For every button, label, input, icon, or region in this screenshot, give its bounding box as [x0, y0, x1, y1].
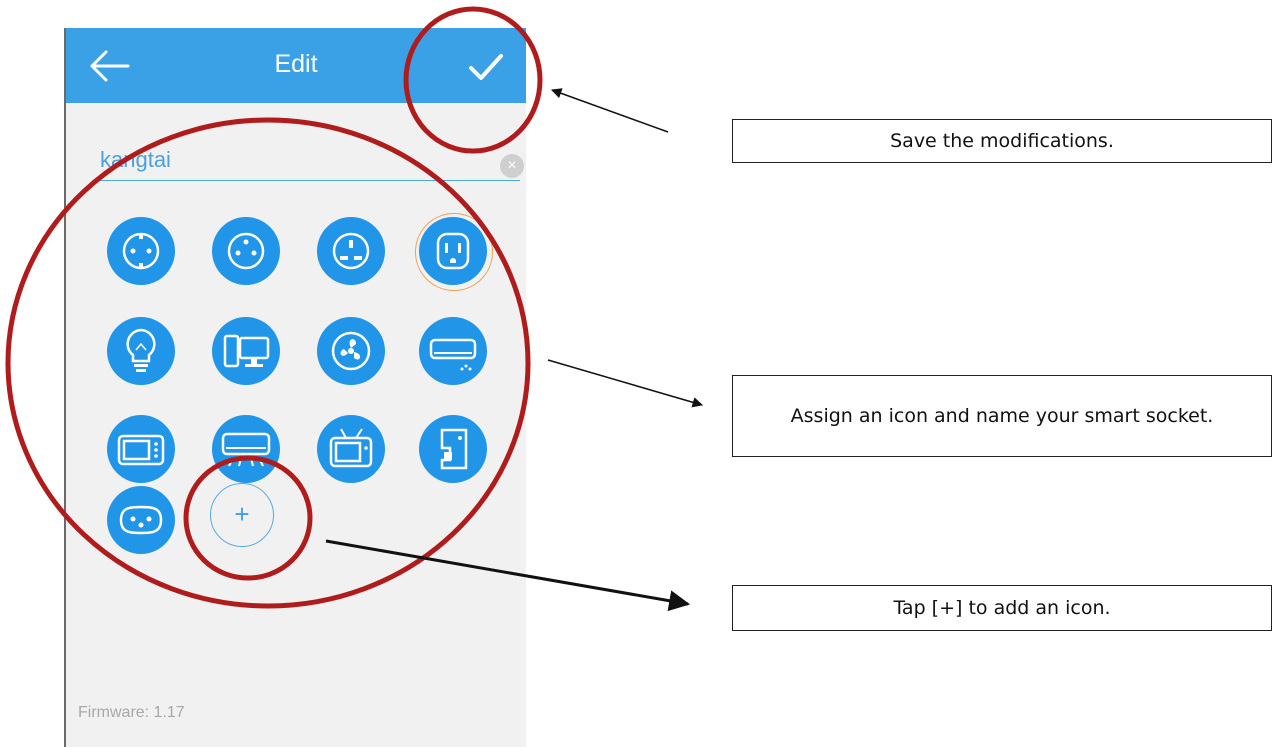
icon-option-fan[interactable]: [316, 316, 386, 386]
tv-icon: [317, 415, 385, 483]
add-icon-button[interactable]: +: [210, 483, 274, 547]
air-conditioner-icon: [419, 317, 487, 385]
phone-screen: Edit × + Firmware: 1.17: [64, 28, 526, 747]
socket-schuko-icon: [107, 217, 175, 285]
callout-save: Save the modifications.: [732, 119, 1272, 163]
save-button[interactable]: [466, 50, 506, 84]
socket-uk-icon: [317, 217, 385, 285]
icon-option-tv[interactable]: [316, 414, 386, 484]
firmware-version: Firmware: 1.17: [78, 704, 185, 721]
coffee-machine-icon: [419, 415, 487, 483]
icon-option-socket-us[interactable]: [415, 213, 493, 291]
icon-option-bulb[interactable]: [106, 316, 176, 386]
icon-option-socket-uk[interactable]: [316, 216, 386, 286]
socket-us-icon: [419, 217, 487, 285]
icon-option-computer[interactable]: [211, 316, 281, 386]
callout-assign: Assign an icon and name your smart socke…: [732, 375, 1272, 457]
clear-input-icon[interactable]: ×: [500, 154, 524, 178]
computer-icon: [212, 317, 280, 385]
icon-option-socket-type-f[interactable]: [211, 216, 281, 286]
ac-unit-icon: [212, 415, 280, 483]
name-input[interactable]: [98, 140, 520, 181]
icon-option-socket-swiss[interactable]: [106, 485, 176, 555]
icon-option-microwave[interactable]: [106, 414, 176, 484]
fan-icon: [317, 317, 385, 385]
icon-option-coffee-machine[interactable]: [418, 414, 488, 484]
icon-option-ac-unit[interactable]: [211, 414, 281, 484]
app-bar: Edit: [66, 28, 526, 103]
page-title: Edit: [274, 50, 318, 78]
socket-type-f-icon: [212, 217, 280, 285]
callout-add: Tap [+] to add an icon.: [732, 585, 1272, 631]
save-arrow: [551, 88, 669, 133]
icon-option-socket-schuko[interactable]: [106, 216, 176, 286]
icon-option-air-conditioner[interactable]: [418, 316, 488, 386]
microwave-icon: [107, 415, 175, 483]
assign-arrow: [547, 359, 704, 408]
socket-swiss-icon: [107, 486, 175, 554]
bulb-icon: [107, 317, 175, 385]
checkmark-icon: [469, 54, 503, 80]
